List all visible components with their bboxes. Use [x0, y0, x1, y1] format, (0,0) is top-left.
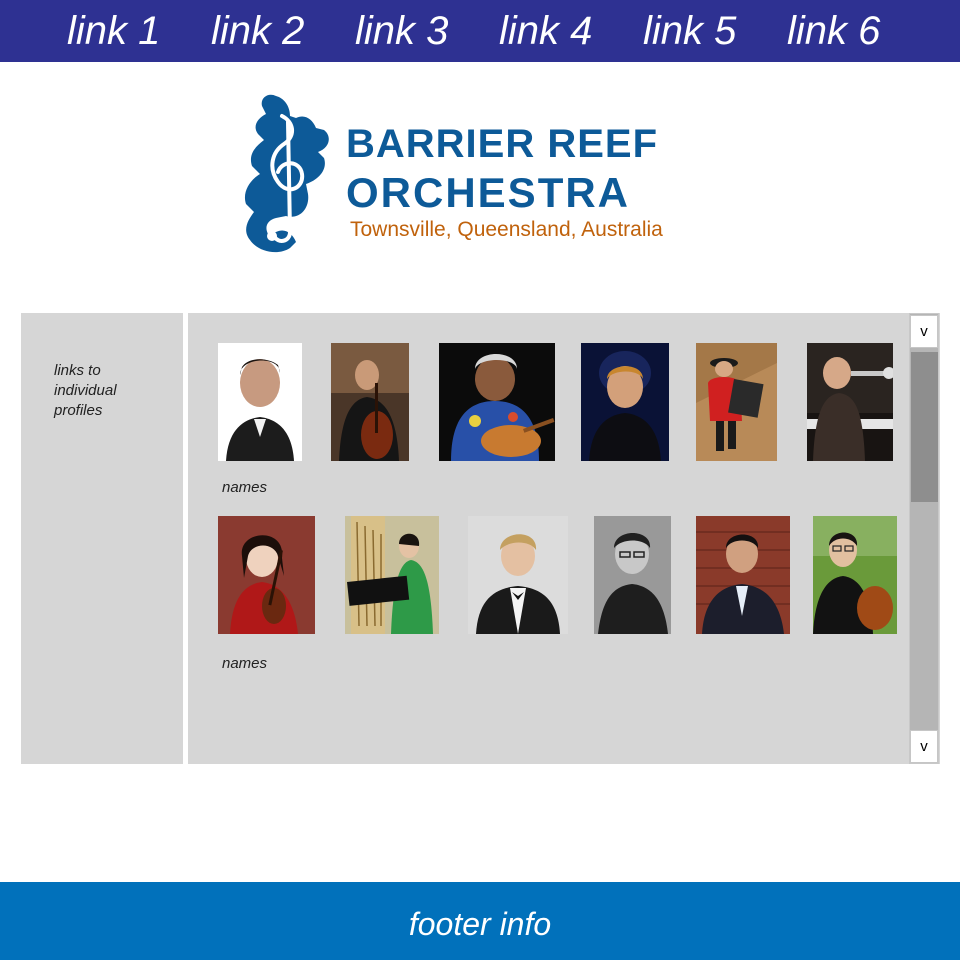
musician-photo[interactable]	[813, 516, 897, 634]
musician-gallery: names names	[188, 313, 940, 764]
scroll-thumb[interactable]	[911, 352, 938, 502]
musician-photo[interactable]	[345, 516, 439, 634]
musician-photo[interactable]	[696, 516, 790, 634]
orchestra-logo[interactable]: BARRIER REEF ORCHESTRA Townsville, Queen…	[238, 92, 718, 260]
musician-photo[interactable]	[468, 516, 568, 634]
nav-link-6[interactable]: link 6	[787, 8, 880, 54]
musician-photo[interactable]	[594, 516, 671, 634]
sidebar: links to individual profiles	[21, 313, 183, 764]
nav-link-4[interactable]: link 4	[499, 8, 592, 54]
musician-photo[interactable]	[581, 343, 669, 461]
musician-photo[interactable]	[331, 343, 409, 461]
sidebar-profile-links-text[interactable]: links to individual profiles	[54, 361, 164, 421]
treble-clef-seahorse-icon	[238, 92, 334, 256]
row-1-names: names	[222, 479, 268, 496]
top-nav: link 1 link 2 link 3 link 4 link 5 link …	[0, 0, 960, 62]
nav-link-5[interactable]: link 5	[643, 8, 736, 54]
footer-info: footer info	[408, 906, 552, 942]
musician-photo[interactable]	[218, 516, 315, 634]
row-2-names: names	[222, 655, 268, 672]
nav-link-3[interactable]: link 3	[355, 8, 448, 54]
logo-tagline: Townsville, Queensland, Australia	[350, 218, 663, 241]
scroll-down-button[interactable]: v	[910, 730, 938, 763]
musician-photo[interactable]	[218, 343, 302, 461]
gallery-scrollbar[interactable]: v v	[909, 313, 939, 764]
logo-title-line1: BARRIER REEF	[346, 122, 659, 166]
musician-photo[interactable]	[696, 343, 777, 461]
musician-photo[interactable]	[439, 343, 555, 461]
nav-link-2[interactable]: link 2	[211, 8, 304, 54]
scroll-up-button[interactable]: v	[910, 315, 938, 348]
logo-title-line2: ORCHESTRA	[346, 169, 631, 216]
nav-link-1[interactable]: link 1	[67, 8, 160, 54]
musician-photo[interactable]	[807, 343, 893, 461]
footer: footer info	[0, 882, 960, 960]
